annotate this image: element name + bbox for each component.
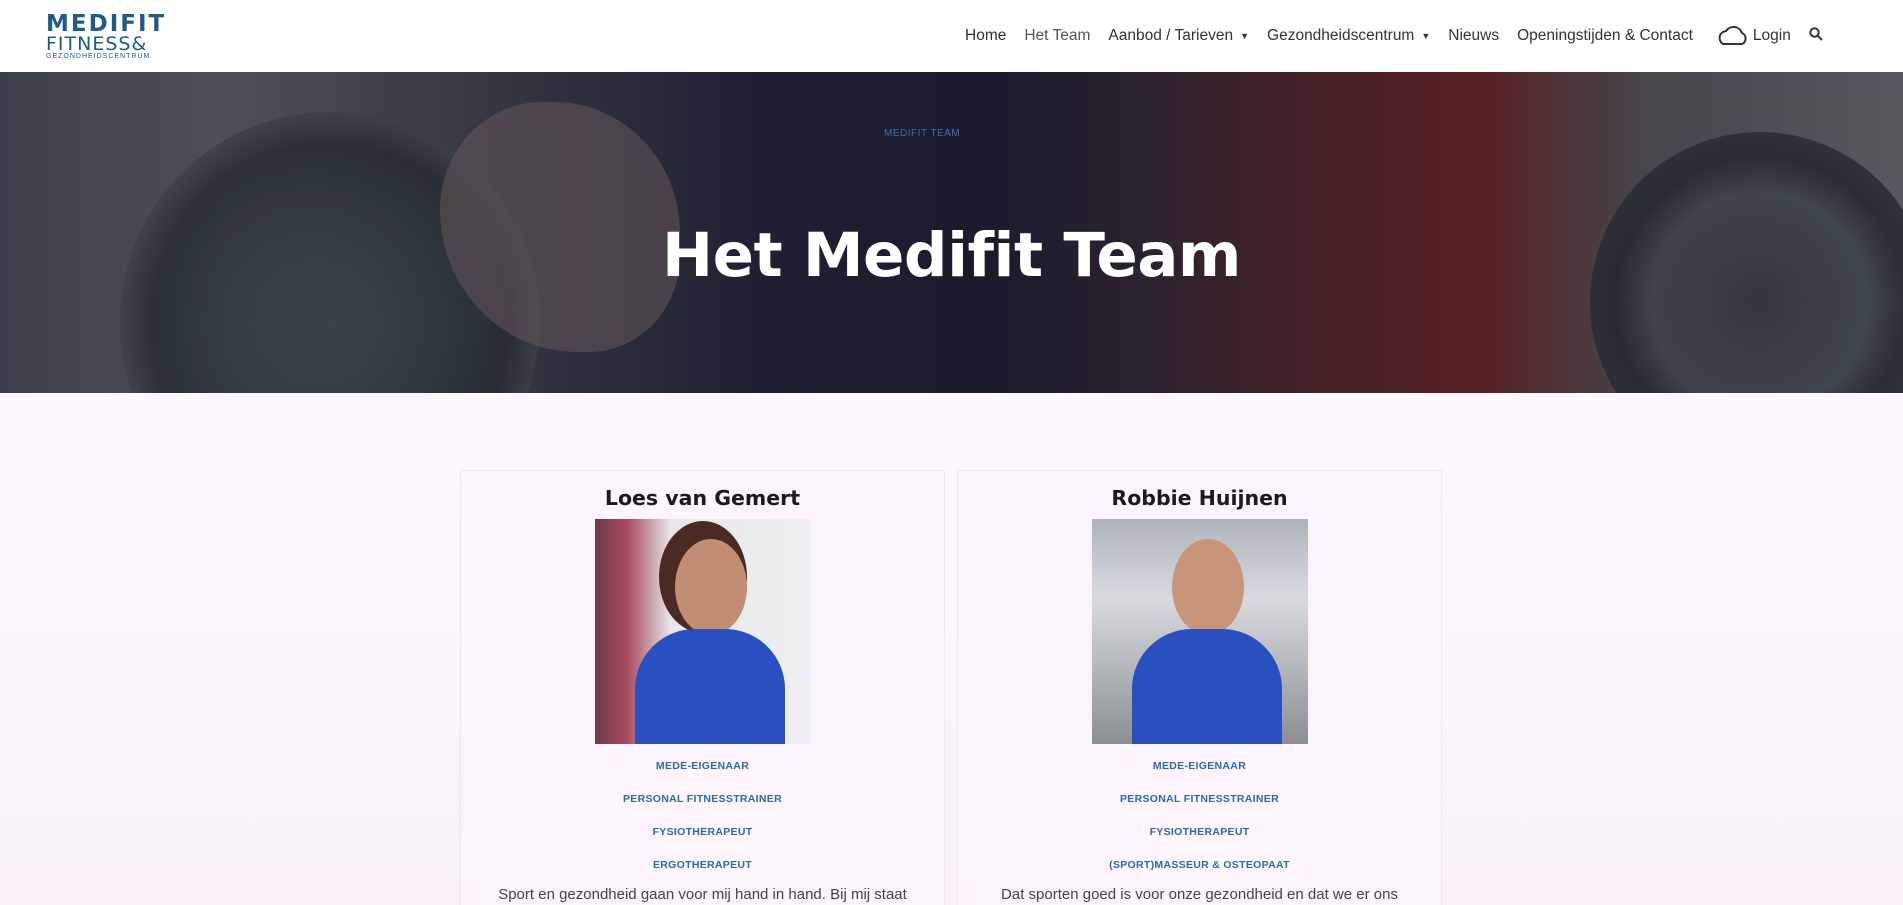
role-label: PERSONAL FITNESSTRAINER (623, 793, 782, 805)
team-member-photo (594, 519, 811, 744)
search-icon (1809, 27, 1823, 41)
logo-line-1: MEDIFIT (46, 11, 167, 37)
team-member-bio: Dat sporten goed is voor onze gezondheid… (1001, 886, 1398, 903)
logo-line-3: GEZONDHEIDSCENTRUM (46, 53, 151, 60)
nav-item-het-team[interactable]: Het Team (1024, 27, 1090, 45)
photo-jacket (1131, 629, 1282, 744)
chevron-down-icon: ▼ (1240, 31, 1250, 41)
team-member-name: Loes van Gemert (604, 486, 801, 510)
nav-item-label: Aanbod / Tarieven (1108, 27, 1234, 44)
main-nav: Home Het Team Aanbod / Tarieven ▼ Gezond… (965, 25, 1823, 47)
nav-item-home[interactable]: Home (965, 27, 1006, 45)
role-label: FYSIOTHERAPEUT (1149, 826, 1250, 838)
nav-item-label: Openingstijden & Contact (1517, 27, 1693, 44)
cloud-icon (1718, 26, 1747, 45)
role-label: FYSIOTHERAPEUT (652, 826, 753, 838)
nav-item-aanbod-tarieven[interactable]: Aanbod / Tarieven ▼ (1108, 27, 1249, 45)
role-label: MEDE-EIGENAAR (1152, 760, 1247, 772)
login-label: Login (1752, 27, 1791, 44)
nav-item-label: Nieuws (1448, 27, 1500, 44)
photo-jacket (634, 629, 785, 744)
breadcrumb[interactable]: MEDIFIT TEAM (884, 128, 960, 139)
page-title: Het Medifit Team (662, 220, 1241, 291)
nav-item-openingstijden-contact[interactable]: Openingstijden & Contact (1517, 27, 1693, 45)
team-card: Robbie Huijnen MEDE-EIGENAAR PERSONAL FI… (957, 470, 1442, 905)
logo[interactable]: MEDIFIT FITNESS& GEZONDHEIDSCENTRUM (46, 13, 170, 65)
nav-item-label: Home (965, 27, 1007, 44)
chevron-down-icon: ▼ (1421, 31, 1431, 41)
nav-item-nieuws[interactable]: Nieuws (1448, 27, 1499, 45)
team-section: Loes van Gemert MEDE-EIGENAAR PERSONAL F… (0, 393, 1903, 905)
role-label: PERSONAL FITNESSTRAINER (1120, 793, 1279, 805)
team-card: Loes van Gemert MEDE-EIGENAAR PERSONAL F… (460, 470, 945, 905)
team-member-name: Robbie Huijnen (1111, 486, 1288, 510)
role-label: (SPORT)MASSEUR & OSTEOPAAT (1109, 859, 1290, 871)
photo-head (674, 539, 747, 635)
logo-line-2: FITNESS& (46, 33, 148, 55)
nav-item-gezondheidscentrum[interactable]: Gezondheidscentrum ▼ (1267, 27, 1430, 45)
site-header: MEDIFIT FITNESS& GEZONDHEIDSCENTRUM Home… (0, 0, 1903, 72)
team-member-roles: MEDE-EIGENAAR PERSONAL FITNESSTRAINER FY… (461, 753, 944, 885)
team-member-photo (1091, 519, 1308, 744)
photo-head (1171, 539, 1244, 635)
login-button[interactable]: Login (1715, 25, 1791, 47)
team-member-roles: MEDE-EIGENAAR PERSONAL FITNESSTRAINER FY… (958, 753, 1441, 885)
hero-banner: MEDIFIT TEAM Het Medifit Team (0, 72, 1903, 393)
search-button[interactable] (1809, 27, 1823, 45)
nav-item-label: Het Team (1024, 27, 1091, 44)
role-label: ERGOTHERAPEUT (653, 859, 752, 871)
nav-item-label: Gezondheidscentrum (1267, 27, 1415, 44)
role-label: MEDE-EIGENAAR (655, 760, 750, 772)
team-member-bio: Sport en gezondheid gaan voor mij hand i… (498, 886, 907, 903)
